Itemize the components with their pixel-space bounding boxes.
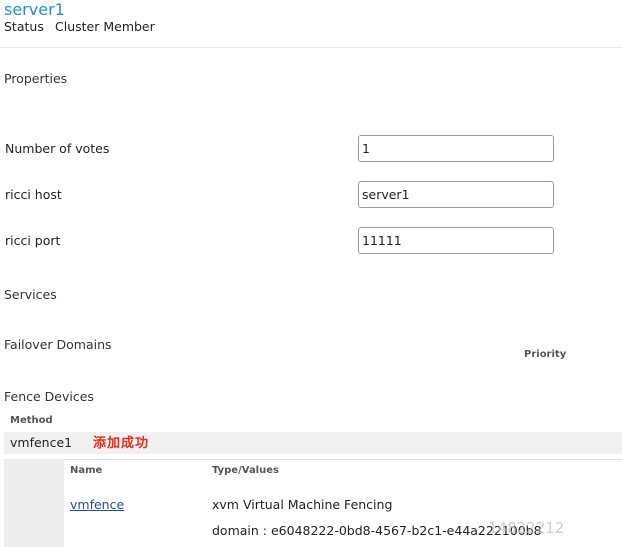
ricci-host-label: ricci host bbox=[5, 187, 62, 202]
node-title: server1 bbox=[4, 0, 65, 19]
device-name-column-header: Name bbox=[70, 465, 103, 476]
fence-device-table-border bbox=[64, 459, 622, 460]
failover-domains-heading: Failover Domains bbox=[4, 337, 112, 352]
fence-method-name: vmfence1 bbox=[10, 435, 73, 450]
ricci-host-input[interactable] bbox=[358, 181, 554, 208]
fence-device-indent-band bbox=[4, 459, 64, 547]
device-type-column-header: Type/Values bbox=[212, 465, 279, 476]
votes-label: Number of votes bbox=[5, 141, 110, 156]
status-value: Cluster Member bbox=[55, 19, 155, 34]
watermark: 14822212 bbox=[488, 519, 565, 537]
properties-heading: Properties bbox=[4, 71, 68, 86]
ricci-port-input[interactable] bbox=[358, 227, 554, 254]
status-label: Status bbox=[4, 19, 44, 34]
votes-input[interactable] bbox=[358, 135, 554, 162]
ricci-port-label: ricci port bbox=[5, 233, 61, 248]
fence-device-type: xvm Virtual Machine Fencing bbox=[212, 497, 393, 512]
header-divider bbox=[0, 47, 622, 48]
fence-device-link[interactable]: vmfence bbox=[70, 497, 124, 512]
priority-column-header: Priority bbox=[524, 349, 567, 360]
method-column-header: Method bbox=[10, 415, 53, 426]
success-annotation: 添加成功 bbox=[93, 436, 150, 451]
fence-devices-heading: Fence Devices bbox=[4, 389, 94, 404]
services-heading: Services bbox=[4, 287, 57, 302]
